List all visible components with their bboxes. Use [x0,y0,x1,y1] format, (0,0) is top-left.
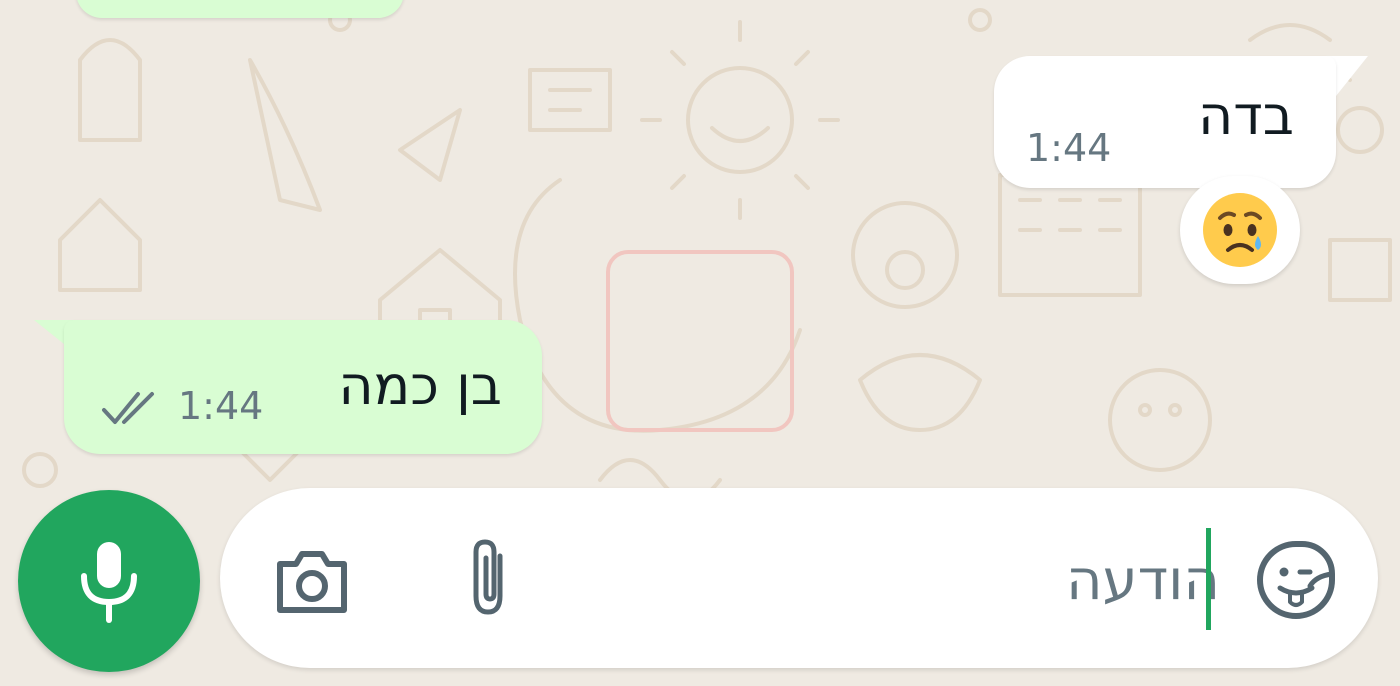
outgoing-message-bubble[interactable]: בן כמה 1:44 [64,320,542,454]
crying-face-icon [1203,193,1277,267]
message-text: בן כמה [338,354,502,417]
incoming-message-bubble[interactable]: בדה 1:44 [994,56,1336,188]
paperclip-icon [473,539,503,615]
attach-button[interactable] [460,536,520,624]
voice-record-button[interactable] [18,490,200,672]
message-time: 1:44 [178,384,264,428]
text-cursor [1206,528,1211,630]
camera-icon [277,551,347,613]
double-check-icon [102,392,154,424]
message-input[interactable] [780,542,1220,618]
message-time: 1:44 [1026,126,1112,170]
previous-message-bubble[interactable] [76,0,404,18]
message-text: בדה [1198,84,1294,147]
microphone-icon [81,542,137,623]
camera-button[interactable] [272,546,352,622]
sticker-button[interactable] [1256,540,1336,624]
message-composer [220,488,1378,668]
message-reaction[interactable] [1180,176,1300,284]
sticker-icon [1257,541,1335,619]
